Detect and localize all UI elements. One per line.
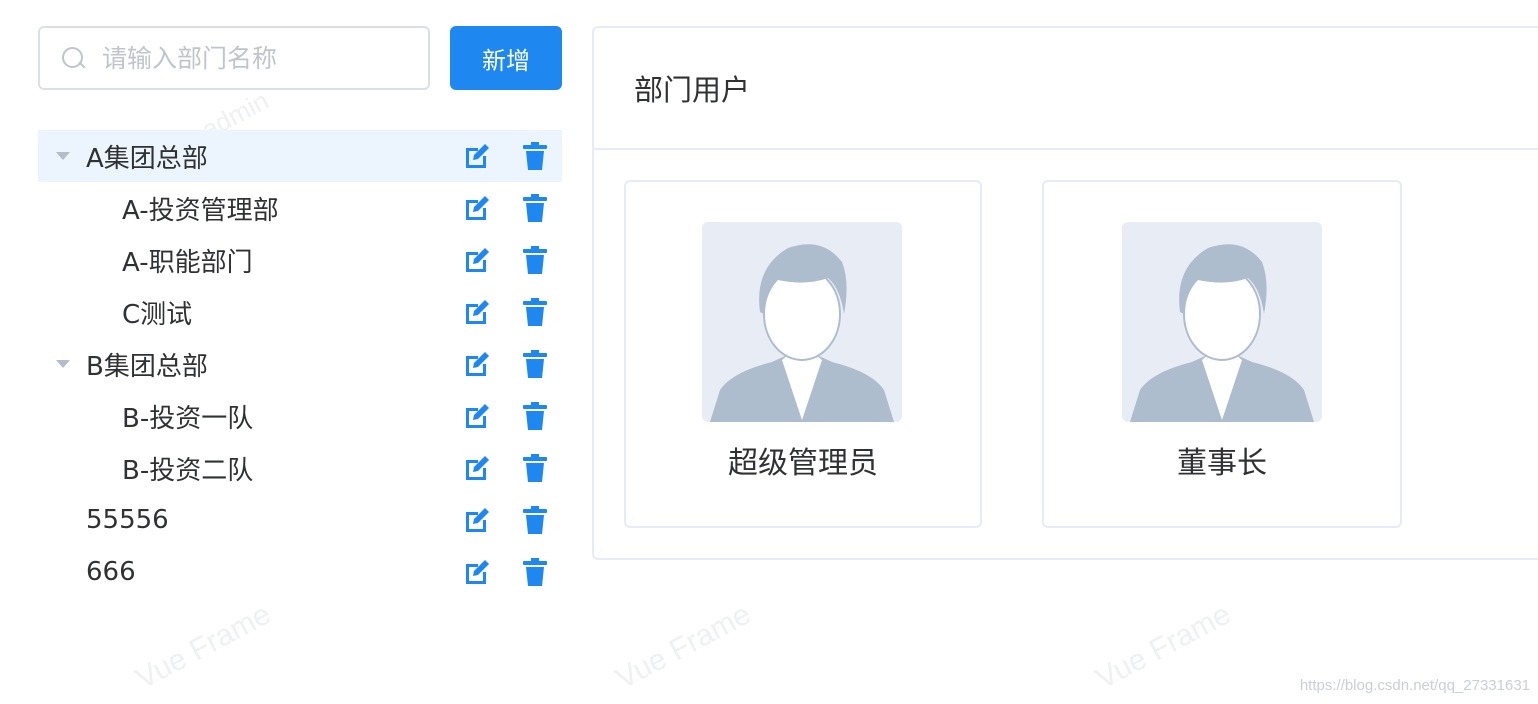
caret-down-icon[interactable] — [56, 152, 70, 160]
delete-icon[interactable] — [520, 558, 550, 586]
avatar — [1122, 222, 1322, 422]
user-name: 超级管理员 — [728, 446, 878, 481]
tree-node[interactable]: B集团总部 — [38, 338, 562, 390]
tree-node-label: B集团总部 — [86, 351, 208, 382]
tree-node[interactable]: A集团总部 — [38, 130, 562, 182]
tree-node-label: 666 — [86, 557, 136, 587]
delete-icon[interactable] — [520, 246, 550, 274]
watermark: Vue Frame — [1090, 597, 1237, 696]
watermark: Vue Frame — [610, 597, 757, 696]
edit-icon[interactable] — [462, 194, 492, 222]
delete-icon[interactable] — [520, 506, 550, 534]
edit-icon[interactable] — [462, 246, 492, 274]
tree-node[interactable]: A-职能部门 — [38, 234, 562, 286]
tree-node-label: C测试 — [122, 299, 193, 330]
edit-icon[interactable] — [462, 350, 492, 378]
delete-icon[interactable] — [520, 454, 550, 482]
search-row: 新增 — [38, 26, 562, 90]
tree-node[interactable]: B-投资一队 — [38, 390, 562, 442]
add-department-button[interactable]: 新增 — [450, 26, 562, 90]
tree-node[interactable]: B-投资二队 — [38, 442, 562, 494]
tree-node-label: B-投资一队 — [122, 403, 254, 434]
tree-node-label: A-职能部门 — [122, 247, 253, 278]
search-field[interactable] — [38, 26, 430, 90]
panel-title: 部门用户 — [594, 28, 1538, 150]
user-name: 董事长 — [1177, 446, 1267, 481]
search-icon — [60, 45, 86, 71]
department-sidebar: 新增 A集团总部 A-投资管理部 A-职能部门 C测试 B集团总部 — [38, 26, 562, 598]
delete-icon[interactable] — [520, 402, 550, 430]
tree-node-label: A集团总部 — [86, 143, 208, 174]
search-input[interactable] — [102, 43, 422, 73]
edit-icon[interactable] — [462, 402, 492, 430]
delete-icon[interactable] — [520, 194, 550, 222]
avatar — [702, 222, 902, 422]
department-users-panel: 部门用户 超级管理员 董事长 — [592, 26, 1538, 560]
edit-icon[interactable] — [462, 454, 492, 482]
tree-node-label: A-投资管理部 — [122, 195, 279, 226]
tree-node[interactable]: C测试 — [38, 286, 562, 338]
watermark: Vue Frame — [130, 597, 277, 696]
user-card[interactable]: 董事长 — [1042, 180, 1402, 528]
edit-icon[interactable] — [462, 298, 492, 326]
edit-icon[interactable] — [462, 558, 492, 586]
tree-node-label: B-投资二队 — [122, 455, 254, 486]
tree-node[interactable]: 55556 — [38, 494, 562, 546]
tree-node-label: 55556 — [86, 505, 169, 535]
tree-node[interactable]: A-投资管理部 — [38, 182, 562, 234]
delete-icon[interactable] — [520, 350, 550, 378]
default-avatar-icon — [1122, 222, 1322, 422]
delete-icon[interactable] — [520, 142, 550, 170]
user-list: 超级管理员 董事长 — [624, 180, 1462, 528]
user-card[interactable]: 超级管理员 — [624, 180, 982, 528]
caret-down-icon[interactable] — [56, 360, 70, 368]
edit-icon[interactable] — [462, 506, 492, 534]
department-tree: A集团总部 A-投资管理部 A-职能部门 C测试 B集团总部 B-投资一队 B-… — [38, 130, 562, 598]
default-avatar-icon — [702, 222, 902, 422]
tree-node[interactable]: 666 — [38, 546, 562, 598]
delete-icon[interactable] — [520, 298, 550, 326]
source-url: https://blog.csdn.net/qq_27331631 — [1299, 677, 1530, 694]
edit-icon[interactable] — [462, 142, 492, 170]
